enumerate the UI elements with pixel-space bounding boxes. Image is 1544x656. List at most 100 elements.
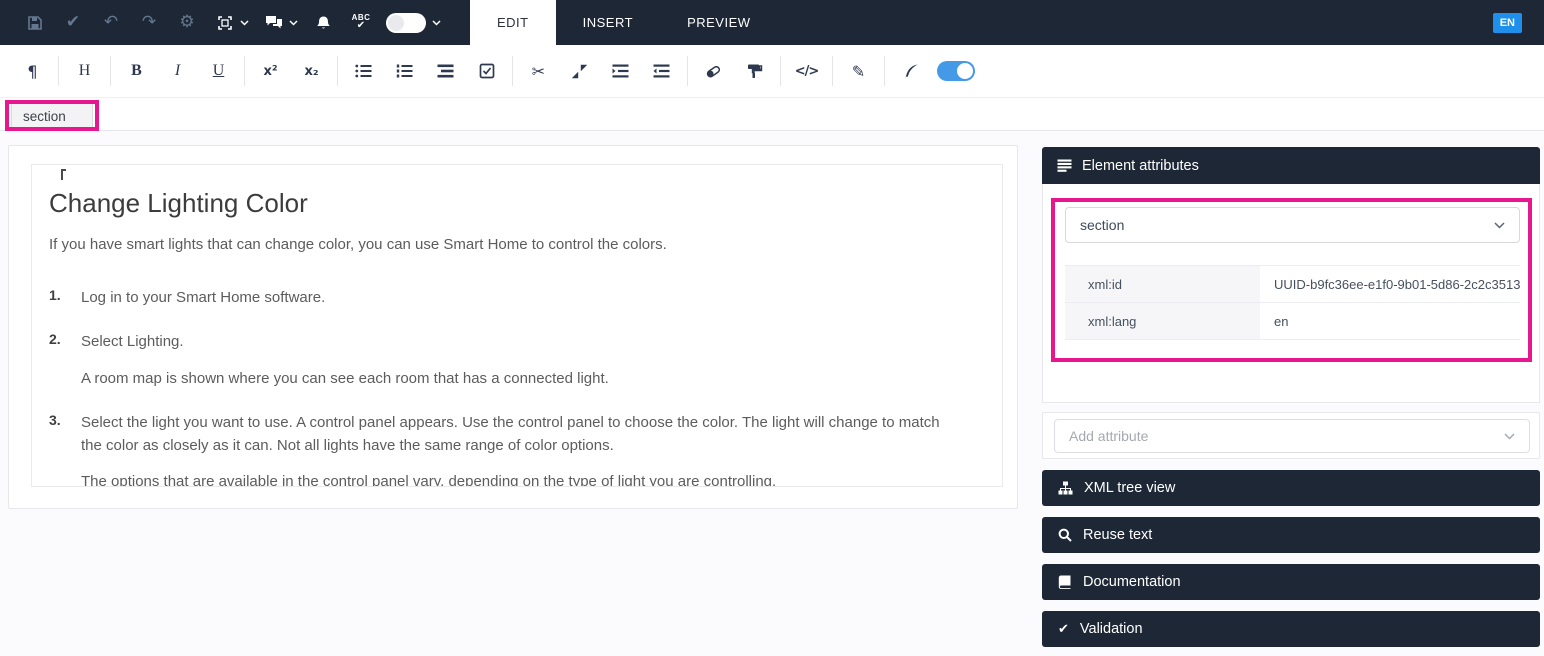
pencil-icon: ✎: [852, 62, 865, 81]
paint-roller-button[interactable]: [734, 51, 775, 91]
check-icon: ✔: [1058, 622, 1069, 637]
chevron-down-icon: [240, 20, 249, 26]
cut-button[interactable]: ✂: [518, 51, 559, 91]
check-icon: ✔: [66, 14, 80, 31]
definition-list-button[interactable]: [425, 51, 466, 91]
mode-tabs: EDIT INSERT PREVIEW: [470, 0, 778, 45]
element-attributes-panel: section xml:id UUID-b9fc36ee-e1f0-9b01-5…: [1042, 184, 1540, 403]
intro-paragraph[interactable]: If you have smart lights that can change…: [49, 236, 982, 253]
list-item: 2. Select Lighting. A room map is shown …: [49, 330, 982, 390]
element-select-value: section: [1080, 217, 1124, 233]
sitemap-icon: [1058, 481, 1073, 495]
toolbar-separator: [832, 56, 833, 86]
attribute-value[interactable]: UUID-b9fc36ee-e1f0-9b01-5d86-2c2c3513987: [1260, 266, 1520, 302]
gear-icon: ⚙: [179, 14, 194, 31]
merge-arrows-icon: [572, 64, 587, 79]
quill-icon: [903, 63, 919, 79]
panel-xml-tree-view[interactable]: XML tree view: [1042, 470, 1540, 506]
step-content: Select the light you want to use. A cont…: [81, 411, 961, 487]
tab-preview[interactable]: PREVIEW: [660, 0, 777, 45]
save-button[interactable]: [18, 6, 52, 40]
spellcheck-menu-chevron[interactable]: [432, 20, 441, 26]
panel-documentation[interactable]: Documentation: [1042, 564, 1540, 600]
redo-button[interactable]: ↷: [132, 6, 166, 40]
panel-validation[interactable]: ✔ Validation: [1042, 611, 1540, 647]
fullscreen-button[interactable]: [208, 6, 242, 40]
panel-element-attributes-header[interactable]: Element attributes: [1042, 147, 1540, 184]
checkbox-list-button[interactable]: [466, 51, 507, 91]
paint-roller-icon: [747, 63, 763, 79]
merge-button[interactable]: [559, 51, 600, 91]
italic-button[interactable]: I: [157, 51, 198, 91]
subscript-icon: x₂: [304, 64, 318, 79]
toolbar-separator: [110, 56, 111, 86]
approve-button[interactable]: ✔: [56, 6, 90, 40]
breadcrumb-item-section[interactable]: section: [11, 103, 93, 128]
table-row: xml:id UUID-b9fc36ee-e1f0-9b01-5d86-2c2c…: [1065, 266, 1520, 303]
attribute-name: xml:id: [1065, 266, 1260, 302]
source-code-button[interactable]: </>: [786, 51, 827, 91]
subscript-button[interactable]: x₂: [291, 51, 332, 91]
list-item: 1. Log in to your Smart Home software.: [49, 286, 982, 309]
ordered-list-icon: [396, 64, 413, 78]
add-attribute-panel: Add attribute: [1042, 412, 1540, 459]
ordered-list-button[interactable]: [384, 51, 425, 91]
tab-edit[interactable]: EDIT: [470, 0, 556, 45]
undo-icon: ↶: [104, 14, 118, 31]
indent-icon: [612, 64, 629, 78]
comments-icon: [265, 15, 283, 30]
tab-insert[interactable]: INSERT: [556, 0, 660, 45]
fullscreen-menu-chevron[interactable]: [240, 20, 249, 26]
undo-button[interactable]: ↶: [94, 6, 128, 40]
procedure-list: 1. Log in to your Smart Home software. 2…: [49, 286, 982, 487]
attribute-value[interactable]: en: [1260, 303, 1520, 339]
editor-canvas[interactable]: Change Lighting Color If you have smart …: [8, 145, 1018, 509]
section-element-frame[interactable]: Change Lighting Color If you have smart …: [31, 164, 1003, 487]
element-select[interactable]: section: [1065, 207, 1520, 243]
heading-button[interactable]: H: [64, 51, 105, 91]
toolbar-separator: [337, 56, 338, 86]
fullscreen-icon: [217, 15, 233, 31]
eraser-button[interactable]: [693, 51, 734, 91]
superscript-button[interactable]: x²: [250, 51, 291, 91]
code-icon: </>: [795, 64, 819, 79]
step-subtext[interactable]: A room map is shown where you can see ea…: [81, 367, 609, 390]
checkbox-icon: [479, 63, 495, 79]
comments-menu-chevron[interactable]: [289, 20, 298, 26]
pilcrow-icon: ¶: [27, 62, 37, 81]
track-changes-button[interactable]: [890, 51, 931, 91]
spellcheck-toggle[interactable]: [386, 13, 426, 33]
settings-button[interactable]: ⚙: [170, 6, 204, 40]
panel-reuse-text[interactable]: Reuse text: [1042, 517, 1540, 553]
step-text[interactable]: Select the light you want to use. A cont…: [81, 411, 961, 458]
navbar-icon-group: ✔ ↶ ↷ ⚙ ABC✔: [0, 0, 470, 45]
edit-mode-button[interactable]: ✎: [838, 51, 879, 91]
top-navbar: ✔ ↶ ↷ ⚙ ABC✔: [0, 0, 1544, 45]
panel-title: XML tree view: [1084, 480, 1175, 496]
italic-icon: I: [175, 62, 180, 80]
chevron-down-icon: [1494, 222, 1505, 229]
toolbar-separator: [58, 56, 59, 86]
toolbar-separator: [884, 56, 885, 86]
spellcheck-button[interactable]: ABC✔: [344, 6, 378, 40]
track-changes-toggle[interactable]: [937, 61, 975, 81]
add-attribute-select[interactable]: Add attribute: [1054, 419, 1530, 453]
comments-button[interactable]: [257, 6, 291, 40]
indent-button[interactable]: [600, 51, 641, 91]
document-title[interactable]: Change Lighting Color: [49, 188, 982, 219]
save-icon: [27, 15, 43, 31]
paragraph-button[interactable]: ¶: [12, 51, 53, 91]
bold-icon: B: [131, 62, 142, 80]
chevron-down-icon: [1504, 433, 1515, 440]
underline-button[interactable]: U: [198, 51, 239, 91]
notifications-button[interactable]: [306, 6, 340, 40]
step-text[interactable]: Select Lighting.: [81, 330, 609, 353]
bullet-list-button[interactable]: [343, 51, 384, 91]
toolbar-separator: [687, 56, 688, 86]
bold-button[interactable]: B: [116, 51, 157, 91]
table-row: xml:lang en: [1065, 303, 1520, 340]
language-badge[interactable]: EN: [1493, 13, 1522, 33]
step-text[interactable]: Log in to your Smart Home software.: [81, 286, 325, 309]
step-subtext[interactable]: The options that are available in the co…: [81, 470, 961, 487]
outdent-button[interactable]: [641, 51, 682, 91]
